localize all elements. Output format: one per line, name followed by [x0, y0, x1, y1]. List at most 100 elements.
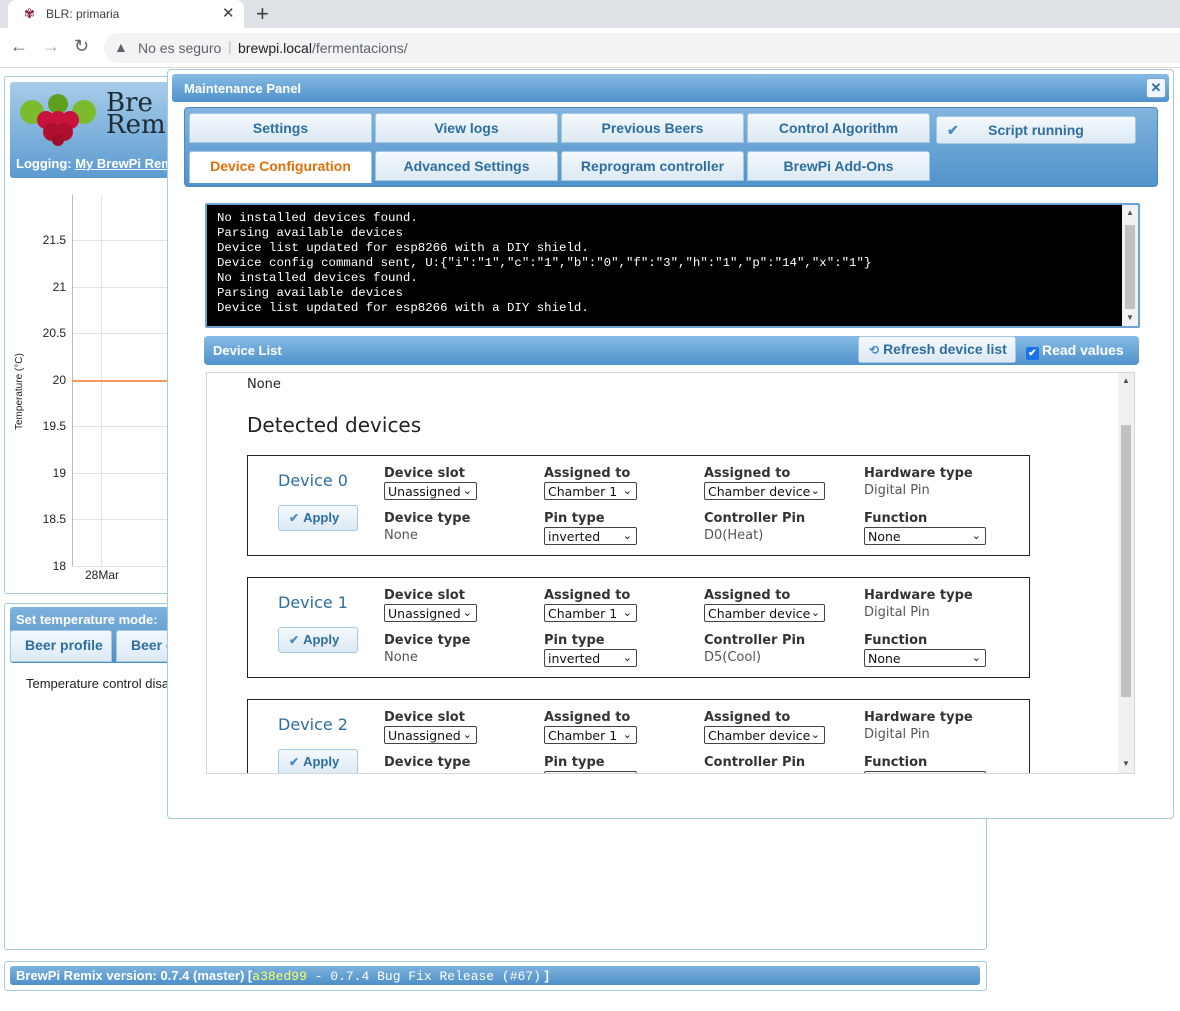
device-list-scrollbar[interactable]: ▲ ▼ [1118, 373, 1134, 773]
read-values-toggle[interactable]: ✔ Read values [1026, 342, 1124, 360]
device-name: Device 2 [278, 715, 348, 734]
temperature-control-status: Temperature control disa [26, 676, 170, 691]
close-icon[interactable]: ✕ [1146, 78, 1166, 98]
y-tick-label: 21 [52, 279, 66, 294]
refresh-icon: ⟲ [869, 343, 880, 357]
y-tick-label: 18.5 [42, 512, 66, 527]
function-select[interactable]: None ⌄ [864, 649, 986, 667]
device-type-label: Device type [384, 633, 471, 648]
device-list-scroll-thumb[interactable] [1121, 425, 1131, 697]
chevron-down-icon: ⌄ [623, 773, 632, 774]
function-select[interactable]: ⌄ [864, 771, 986, 773]
chamber-select[interactable]: Chamber 1 ⌄ [544, 726, 637, 744]
logo-text: Bre Rem [106, 90, 166, 138]
controller-pin-value: D0(Heat) [704, 528, 764, 543]
close-tab-icon[interactable]: ✕ [222, 4, 235, 22]
footer-version: BrewPi Remix version: 0.7.4 (master) [ [16, 968, 253, 983]
url-path: /fermentacions/ [311, 40, 408, 56]
apply-label: Apply [303, 510, 340, 525]
beer-profile-tab[interactable]: Beer profile [10, 630, 112, 662]
hardware-type-label: Hardware type [864, 588, 973, 603]
refresh-label: Refresh device list [883, 341, 1007, 357]
device-name: Device 0 [278, 471, 348, 490]
check-icon: ✔ [947, 122, 959, 138]
read-values-checkbox[interactable]: ✔ [1026, 347, 1039, 360]
check-icon: ✔ [289, 633, 300, 647]
assigned-device-select[interactable]: Chamber device ⌄ [704, 726, 825, 744]
y-tick-label: 21.5 [42, 233, 66, 247]
device-card-0: Device 0 ✔ Apply Device slot Assigned to Assi… [247, 455, 1030, 556]
tab-control-algorithm[interactable]: Control Algorithm [747, 113, 930, 143]
chart-gridline [72, 286, 167, 288]
assigned-device-select-value: Chamber device [708, 728, 811, 743]
pin-type-select[interactable]: inverted ⌄ [544, 527, 637, 545]
apply-button[interactable]: ✔ Apply [278, 749, 358, 773]
scroll-up-arrow-icon[interactable]: ▲ [1122, 208, 1138, 217]
log-console[interactable]: No installed devices found. Parsing avai… [205, 203, 1140, 328]
pin-type-label: Pin type [544, 511, 605, 526]
refresh-device-list-button[interactable]: ⟲ Refresh device list [858, 336, 1016, 363]
chevron-down-icon: ⌄ [622, 651, 632, 664]
chevron-down-icon: ⌄ [810, 484, 820, 497]
apply-button[interactable]: ✔ Apply [278, 627, 358, 653]
chevron-down-icon: ⌄ [622, 606, 632, 619]
footer-bracket: ] [540, 968, 549, 983]
tab-device-configuration[interactable]: Device Configuration [189, 151, 372, 183]
tab-advanced-settings[interactable]: Advanced Settings [375, 151, 558, 181]
device-slot-select[interactable]: Unassigned ⌄ [384, 726, 477, 744]
pin-type-select[interactable]: ⌄ [544, 771, 637, 774]
chart-gridline [72, 240, 167, 241]
browser-tab[interactable]: ✾ BLR: primaria ✕ [8, 0, 244, 28]
assigned-device-select[interactable]: Chamber device ⌄ [704, 604, 825, 622]
device-list-header: Device List ⟲ Refresh device list ✔ Read v… [204, 336, 1139, 365]
controller-pin-value: D5(Cool) [704, 650, 762, 665]
assigned-to-label: Assigned to [544, 588, 631, 603]
chart-gridline [72, 333, 167, 335]
raspberry-logo-icon [20, 94, 96, 146]
chevron-down-icon: ⌄ [971, 651, 981, 664]
beer-constant-tab[interactable]: Beer c [116, 630, 170, 662]
address-bar[interactable]: ▲ No es seguro | brewpi.local/fermentaci… [104, 33, 1180, 63]
url-text: brewpi.local/fermentacions/ [238, 40, 408, 56]
chart-gridline [72, 519, 167, 521]
chevron-down-icon: ⌄ [462, 606, 472, 619]
maintenance-tabs: Settings View logs Previous Beers Contro… [184, 107, 1158, 187]
assigned-to-label: Assigned to [704, 466, 791, 481]
chevron-down-icon: ⌄ [622, 529, 632, 542]
tab-settings[interactable]: Settings [189, 113, 372, 143]
hardware-type-value: Digital Pin [864, 605, 930, 620]
chamber-select[interactable]: Chamber 1 ⌄ [544, 482, 637, 500]
function-label: Function [864, 511, 928, 526]
device-slot-select[interactable]: Unassigned ⌄ [384, 604, 477, 622]
installed-devices-none: None [247, 377, 281, 392]
console-scrollbar[interactable]: ▲ ▼ [1122, 205, 1138, 326]
detected-devices-title: Detected devices [247, 413, 422, 437]
scroll-down-arrow-icon[interactable]: ▼ [1118, 759, 1134, 768]
apply-button[interactable]: ✔ Apply [278, 505, 358, 531]
pin-type-select[interactable]: inverted ⌄ [544, 649, 637, 667]
scroll-down-arrow-icon[interactable]: ▼ [1122, 313, 1138, 322]
assigned-device-select[interactable]: Chamber device ⌄ [704, 482, 825, 500]
function-select[interactable]: None ⌄ [864, 527, 986, 545]
console-scroll-thumb[interactable] [1125, 225, 1135, 309]
chart-gridline [72, 426, 167, 428]
device-list-area[interactable]: None Detected devices Device 0 ✔ Apply Devi… [206, 372, 1135, 774]
device-slot-select[interactable]: Unassigned ⌄ [384, 482, 477, 500]
device-list-title: Device List [213, 343, 282, 358]
y-tick-label: 20 [52, 372, 66, 387]
forward-arrow-icon[interactable]: → [42, 36, 60, 57]
new-tab-icon[interactable]: + [256, 1, 269, 27]
scroll-up-arrow-icon[interactable]: ▲ [1118, 376, 1134, 385]
assigned-to-label: Assigned to [704, 710, 791, 725]
back-arrow-icon[interactable]: ← [10, 36, 28, 57]
tab-reprogram-controller[interactable]: Reprogram controller [561, 151, 744, 181]
chevron-down-icon: ⌄ [971, 529, 981, 542]
tab-view-logs[interactable]: View logs [375, 113, 558, 143]
script-running-button[interactable]: ✔ Script running [936, 116, 1136, 144]
logging-link[interactable]: My BrewPi Rem [75, 156, 173, 171]
tab-previous-beers[interactable]: Previous Beers [561, 113, 744, 143]
reload-icon[interactable]: ↻ [74, 36, 89, 57]
chamber-select[interactable]: Chamber 1 ⌄ [544, 604, 637, 622]
tab-brewpi-addons[interactable]: BrewPi Add-Ons [747, 151, 930, 181]
dialog-titlebar[interactable]: Maintenance Panel [172, 74, 1169, 102]
